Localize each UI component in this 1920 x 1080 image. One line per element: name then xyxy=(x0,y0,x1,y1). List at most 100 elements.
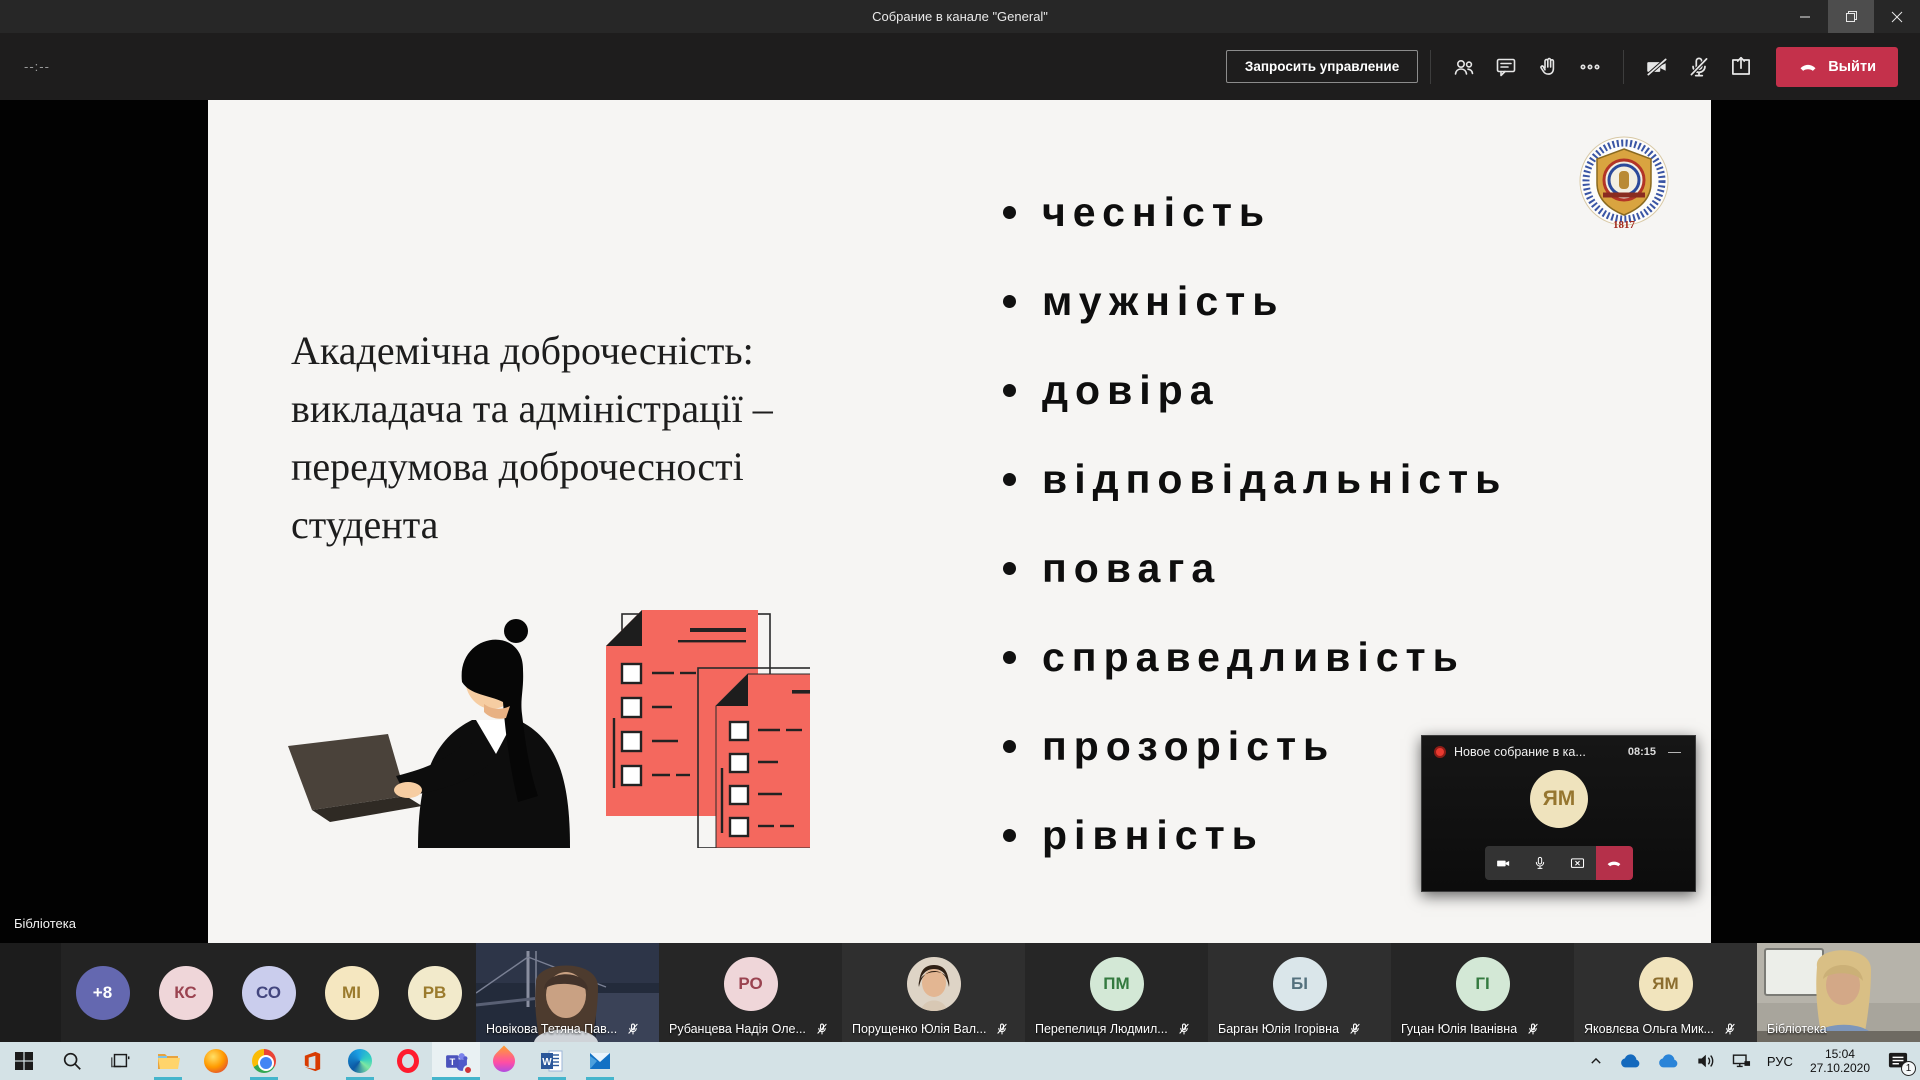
browser-drop-icon[interactable] xyxy=(480,1042,528,1080)
mail-icon[interactable] xyxy=(576,1042,624,1080)
participant-tile[interactable]: РВ xyxy=(393,943,476,1042)
slide-title-line: студента xyxy=(291,496,911,554)
more-options-icon[interactable] xyxy=(1569,46,1611,88)
avatar: МІ xyxy=(325,966,379,1020)
task-view-icon[interactable] xyxy=(96,1042,144,1080)
file-explorer-icon[interactable] xyxy=(144,1042,192,1080)
participant-tile[interactable]: КС xyxy=(144,943,227,1042)
overflow-count-badge: +8 xyxy=(76,966,130,1020)
toolbar-divider xyxy=(1623,50,1624,84)
recording-icon xyxy=(1434,746,1446,758)
mini-minimize-button[interactable]: — xyxy=(1664,744,1685,759)
minimize-button[interactable] xyxy=(1782,0,1828,33)
avatar: ЯМ xyxy=(1639,957,1693,1011)
word-icon[interactable]: W xyxy=(528,1042,576,1080)
participants-icon[interactable] xyxy=(1443,46,1485,88)
participant-tile[interactable]: Порущенко Юлія Вал... xyxy=(842,943,1025,1042)
meeting-toolbar: --:-- Запросить управление xyxy=(0,33,1920,100)
chat-icon[interactable] xyxy=(1485,46,1527,88)
mic-icon[interactable] xyxy=(1522,846,1559,880)
system-tray: РУС 15:04 27.10.2020 1 xyxy=(1582,1042,1920,1080)
participant-tile[interactable]: БІ Барган Юлія Ігорівна xyxy=(1208,943,1391,1042)
participant-name: Барган Юлія Ігорівна xyxy=(1218,1022,1339,1036)
bullet-dot xyxy=(1003,562,1016,575)
participant-tile[interactable]: МІ xyxy=(310,943,393,1042)
svg-text:1817: 1817 xyxy=(1613,219,1636,231)
slide-illustration xyxy=(270,598,810,848)
mic-muted-icon xyxy=(626,1022,640,1036)
strip-spacer xyxy=(0,943,61,1042)
participant-tile[interactable]: ПМ Перепелиця Людмил... xyxy=(1025,943,1208,1042)
camera-icon[interactable] xyxy=(1485,846,1522,880)
mini-controls xyxy=(1485,846,1633,880)
participant-tile[interactable]: СО xyxy=(227,943,310,1042)
hangup-icon[interactable] xyxy=(1596,846,1633,880)
avatar: ПМ xyxy=(1090,957,1144,1011)
avatar: КС xyxy=(159,966,213,1020)
mic-muted-icon xyxy=(1348,1022,1362,1036)
camera-off-icon[interactable] xyxy=(1636,46,1678,88)
participant-tile[interactable]: ГІ Гуцан Юлія Іванівна xyxy=(1391,943,1574,1042)
opera-icon[interactable] xyxy=(384,1042,432,1080)
edge-icon[interactable] xyxy=(336,1042,384,1080)
mic-muted-icon xyxy=(1723,1022,1737,1036)
window-controls xyxy=(1782,0,1920,33)
restore-button[interactable] xyxy=(1828,0,1874,33)
share-stop-icon[interactable] xyxy=(1559,846,1596,880)
bullet-dot xyxy=(1003,651,1016,664)
participant-video-tile[interactable]: Бібліотека xyxy=(1757,943,1920,1042)
mini-meeting-window[interactable]: Новое собрание в ка... 08:15 — ЯМ xyxy=(1421,735,1696,892)
participant-name: Гуцан Юлія Іванівна xyxy=(1401,1022,1517,1036)
bullet-dot xyxy=(1003,295,1016,308)
bullet-item: справедливість xyxy=(1003,613,1507,702)
bullet-item: відповідальність xyxy=(1003,435,1507,524)
mini-meeting-header: Новое собрание в ка... 08:15 — xyxy=(1422,736,1695,763)
mic-muted-icon xyxy=(815,1022,829,1036)
mini-avatar: ЯМ xyxy=(1530,770,1588,828)
window-titlebar: Собрание в канале "General" xyxy=(0,0,1920,33)
raise-hand-icon[interactable] xyxy=(1527,46,1569,88)
leave-button[interactable]: Выйти xyxy=(1776,47,1898,87)
avatar: СО xyxy=(242,966,296,1020)
firefox-icon[interactable] xyxy=(192,1042,240,1080)
slide-title-line: передумова доброчесності xyxy=(291,438,911,496)
slide-title-line: Академічна доброчесність: xyxy=(291,322,911,380)
onedrive-icon[interactable] xyxy=(1612,1042,1648,1080)
request-control-button[interactable]: Запросить управление xyxy=(1226,50,1418,83)
close-button[interactable] xyxy=(1874,0,1920,33)
clock[interactable]: 15:04 27.10.2020 xyxy=(1802,1047,1878,1075)
participant-name: Рубанцева Надія Оле... xyxy=(669,1022,806,1036)
share-screen-icon[interactable] xyxy=(1720,46,1762,88)
chrome-icon[interactable] xyxy=(240,1042,288,1080)
slide-title-line: викладача та адміністрації – xyxy=(291,380,911,438)
avatar: РВ xyxy=(408,966,462,1020)
participant-video-tile[interactable]: Новікова Тетяна Пав... xyxy=(476,943,659,1042)
bullet-item: довіра xyxy=(1003,346,1507,435)
participant-name: Перепелиця Людмил... xyxy=(1035,1022,1168,1036)
participant-name: Новікова Тетяна Пав... xyxy=(486,1022,617,1036)
participant-tile[interactable]: ЯМ Яковлєва Ольга Мик... xyxy=(1574,943,1757,1042)
bullet-item: мужність xyxy=(1003,257,1507,346)
office-icon[interactable] xyxy=(288,1042,336,1080)
teams-icon[interactable]: T xyxy=(432,1042,480,1080)
overflow-participants-tile[interactable]: +8 xyxy=(61,943,144,1042)
chevron-up-icon[interactable] xyxy=(1582,1042,1610,1080)
onedrive-icon[interactable] xyxy=(1650,1042,1686,1080)
participant-name: Порущенко Юлія Вал... xyxy=(852,1022,986,1036)
start-button[interactable] xyxy=(0,1042,48,1080)
avatar-photo xyxy=(907,957,961,1011)
bullet-dot xyxy=(1003,829,1016,842)
mic-off-icon[interactable] xyxy=(1678,46,1720,88)
participant-name: Яковлєва Ольга Мик... xyxy=(1584,1022,1714,1036)
avatar: БІ xyxy=(1273,957,1327,1011)
mic-muted-icon xyxy=(1526,1022,1540,1036)
language-indicator[interactable]: РУС xyxy=(1760,1042,1800,1080)
bullet-dot xyxy=(1003,740,1016,753)
toolbar-divider xyxy=(1430,50,1431,84)
volume-icon[interactable] xyxy=(1688,1042,1722,1080)
action-center-icon[interactable]: 1 xyxy=(1880,1042,1916,1080)
network-icon[interactable] xyxy=(1724,1042,1758,1080)
taskbar: T W РУС 15:04 27.10.2020 xyxy=(0,1042,1920,1080)
participant-tile[interactable]: РО Рубанцева Надія Оле... xyxy=(659,943,842,1042)
search-icon[interactable] xyxy=(48,1042,96,1080)
